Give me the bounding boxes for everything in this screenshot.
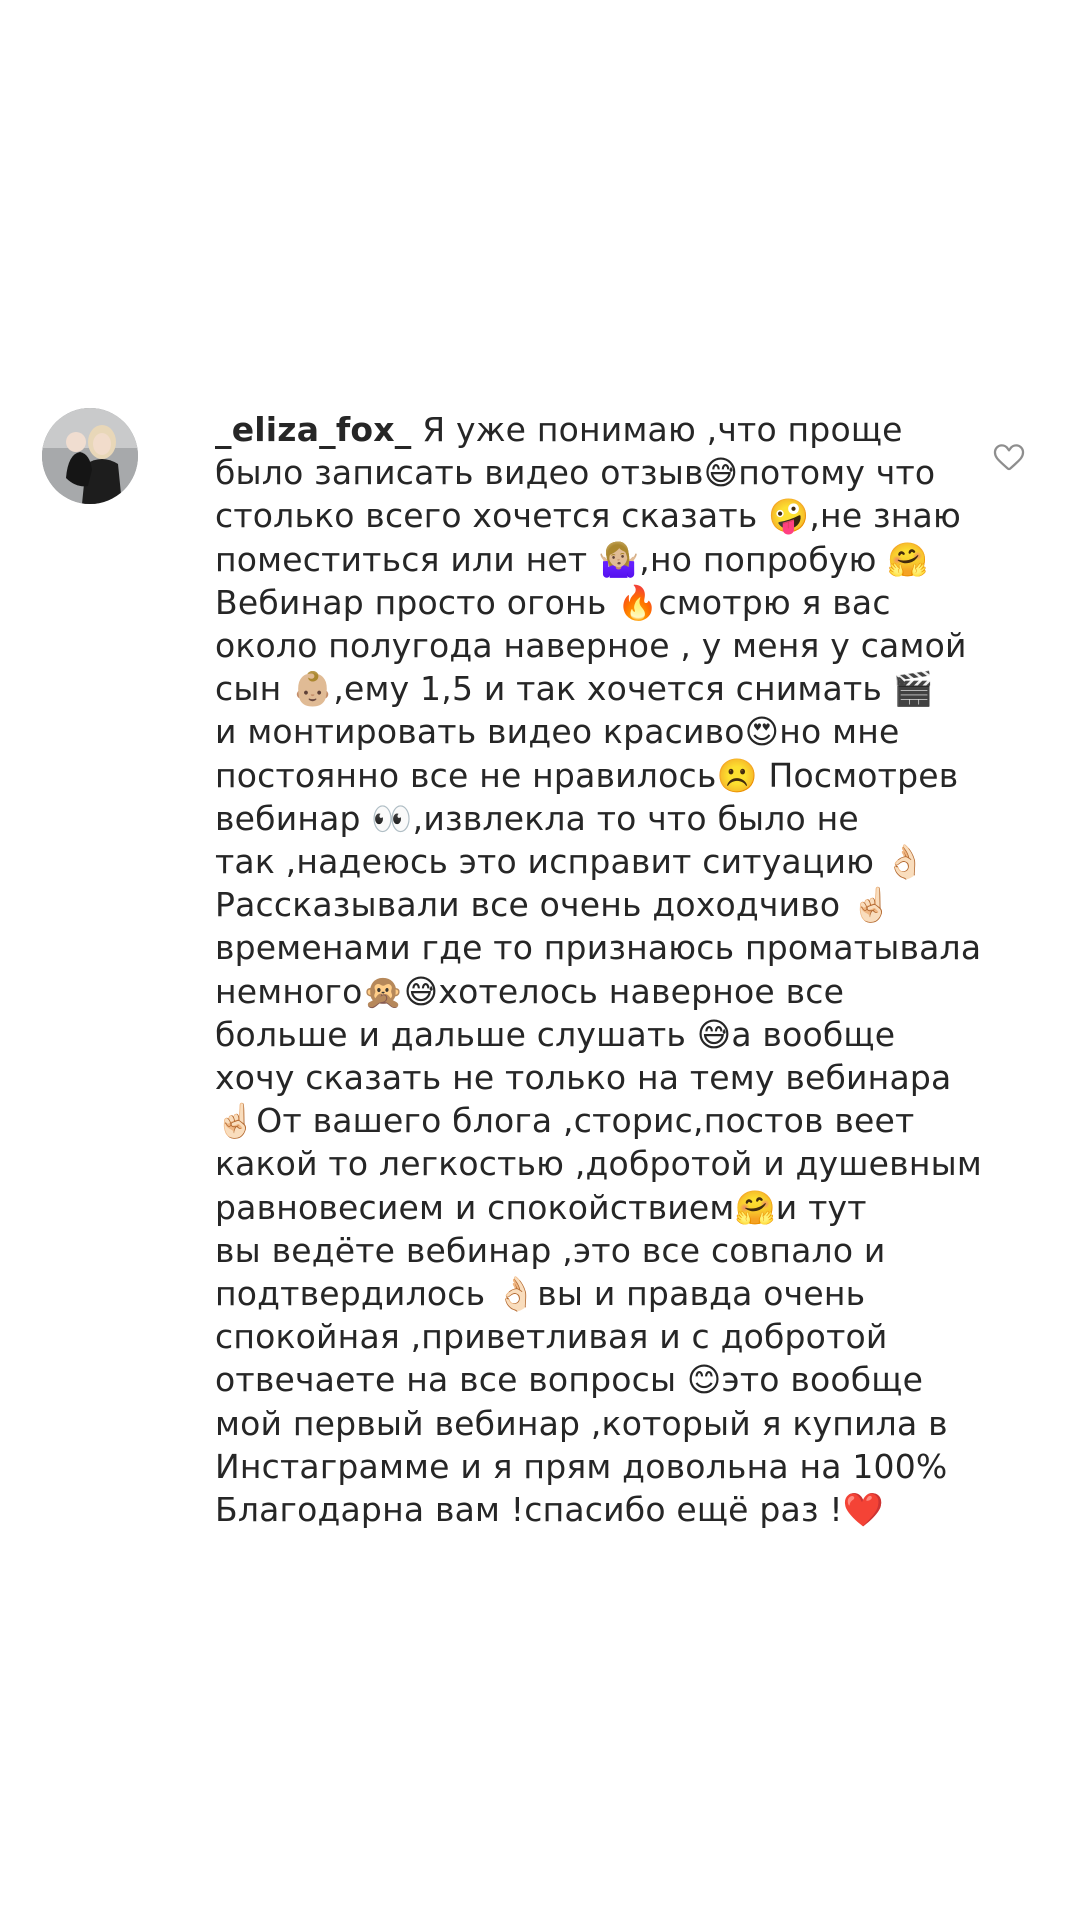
comment-line: подтвердилось 👌🏻вы и правда очень	[215, 1274, 866, 1314]
comment-line: Благодарна вам !спасибо ещё раз !❤️	[215, 1490, 885, 1530]
comment-line: Инстаграмме и я прям довольна на 100%	[215, 1446, 948, 1486]
comment-line: ☝🏻От вашего блога ,сторис,постов веет	[215, 1101, 915, 1141]
comment-line: Рассказывали все очень доходчиво ☝🏻	[215, 885, 893, 925]
username-link[interactable]: _eliza_fox_	[215, 410, 412, 449]
comment-line: какой то легкостью ,добротой и душевным	[215, 1144, 982, 1184]
comment-line: постоянно все не нравилось☹️ Посмотрев	[215, 755, 959, 795]
comment: _eliza_fox_ Я уже понимаю ,что проще был…	[42, 408, 1042, 1531]
comment-line: сын 👶🏼,ему 1,5 и так хочется снимать 🎬	[215, 669, 934, 709]
comment-line: вебинар 👀,извлекла то что было не	[215, 798, 859, 838]
user-avatar-icon	[42, 408, 138, 504]
comment-line: около полугода наверное , у меня у самой	[215, 626, 967, 666]
comment-line: больше и дальше слушать 😅а вообще	[215, 1014, 896, 1054]
heart-outline-icon	[993, 444, 1025, 471]
comment-line: Вебинар просто огонь 🔥смотрю я вас	[215, 582, 891, 622]
comment-line: временами где то признаюсь проматывала	[215, 928, 982, 968]
avatar[interactable]	[42, 408, 138, 504]
comment-line: мой первый вебинар ,который я купила в	[215, 1403, 948, 1443]
comment-text: _eliza_fox_ Я уже понимаю ,что проще был…	[215, 408, 985, 1531]
comment-line: столько всего хочется сказать 🤪,не знаю	[215, 496, 961, 536]
comment-line: равновесием и спокойствием🤗и тут	[215, 1187, 867, 1227]
comment-line: было записать видео отзыв😅потому что	[215, 453, 936, 493]
comment-line: поместиться или нет 🤷🏼‍♀️,но попробую 🤗	[215, 539, 929, 579]
comment-line: вы ведёте вебинар ,это все совпало и	[215, 1230, 886, 1270]
comment-line: и монтировать видео красиво😍но мне	[215, 712, 900, 752]
comment-line: Я уже понимаю ,что проще	[411, 410, 903, 449]
like-button[interactable]	[992, 440, 1026, 474]
comment-line: отвечаете на все вопросы 😊это вообще	[215, 1360, 924, 1400]
comment-line: немного🙊😅хотелось наверное все	[215, 971, 845, 1011]
comment-line: спокойная ,приветливая и с добротой	[215, 1317, 888, 1357]
comment-line: так ,надеюсь это исправит ситуацию 👌🏻	[215, 842, 927, 882]
comment-line: хочу сказать не только на тему вебинара	[215, 1058, 952, 1098]
comment-first-line: _eliza_fox_ Я уже понимаю ,что проще	[215, 408, 985, 451]
